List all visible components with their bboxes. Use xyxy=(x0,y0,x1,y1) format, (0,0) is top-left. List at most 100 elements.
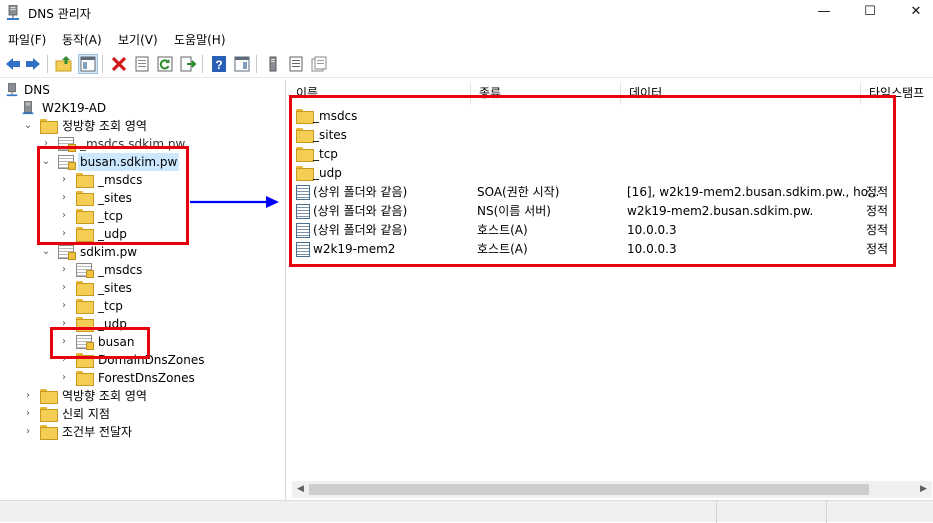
menu-help[interactable]: 도움말(H) xyxy=(174,31,226,48)
folder-icon xyxy=(76,299,94,314)
menu-file[interactable]: 파일(F) xyxy=(8,31,46,48)
back-icon[interactable] xyxy=(4,55,22,73)
close-button[interactable]: ✕ xyxy=(893,0,933,26)
collapsed-chevron-icon[interactable]: › xyxy=(58,351,70,369)
tree-node-label: _udp xyxy=(98,227,127,241)
collapsed-chevron-icon[interactable]: › xyxy=(58,279,70,297)
minimize-button[interactable]: — xyxy=(801,0,847,26)
up-folder-icon[interactable] xyxy=(55,55,73,73)
blue-arrow-icon xyxy=(190,196,279,208)
status-bar xyxy=(0,500,933,523)
dns-manager-icon xyxy=(7,5,19,20)
tree-node-label: _tcp xyxy=(98,209,123,223)
table-row[interactable]: (상위 폴더와 같음) NS(이름 서버) w2k19-mem2.busan.sdk… xyxy=(288,202,933,221)
collapsed-chevron-icon[interactable]: › xyxy=(58,369,70,387)
forward-icon[interactable] xyxy=(24,55,42,73)
column-header-type[interactable]: 종류 xyxy=(471,83,621,105)
collapsed-chevron-icon[interactable]: › xyxy=(58,261,70,279)
collapsed-chevron-icon[interactable]: › xyxy=(58,171,70,189)
collapsed-chevron-icon[interactable]: › xyxy=(58,315,70,333)
scroll-left-arrow-icon[interactable]: ◀ xyxy=(292,481,309,498)
server-icon xyxy=(22,101,34,115)
record-data: 10.0.0.3 xyxy=(627,242,677,256)
toolbar-separator xyxy=(47,55,48,73)
zone-icon[interactable] xyxy=(310,55,328,73)
record-type: NS(이름 서버) xyxy=(477,204,551,218)
folder-icon xyxy=(76,173,94,188)
table-row[interactable]: (상위 폴더와 같음) SOA(권한 시작) [16], w2k19-mem2.bu… xyxy=(288,183,933,202)
record-data: w2k19-mem2.busan.sdkim.pw. xyxy=(627,204,814,218)
collapsed-chevron-icon[interactable]: › xyxy=(58,189,70,207)
folder-icon xyxy=(76,227,94,242)
collapsed-chevron-icon[interactable]: › xyxy=(22,423,34,441)
window-title: DNS 관리자 xyxy=(28,7,91,21)
menu-action[interactable]: 동작(A) xyxy=(62,31,102,48)
tree-node-label: 조건부 전달자 xyxy=(62,425,133,439)
tree-node-label: DNS xyxy=(24,83,50,97)
column-header-data[interactable]: 데이터 xyxy=(621,83,861,105)
tree-node-label: _msdcs.sdkim.pw xyxy=(80,137,186,151)
tree-node-label: 신뢰 지점 xyxy=(62,407,110,421)
folder-icon xyxy=(76,353,94,368)
tree-node-label: _tcp xyxy=(98,299,123,313)
column-header-name[interactable]: 이름 xyxy=(288,83,471,105)
table-row[interactable]: (상위 폴더와 같음) 호스트(A) 10.0.0.3 정적 xyxy=(288,221,933,240)
folder-icon xyxy=(76,281,94,296)
collapsed-chevron-icon[interactable]: › xyxy=(22,387,34,405)
collapsed-chevron-icon[interactable]: › xyxy=(58,207,70,225)
dns-icon xyxy=(6,83,18,97)
record-name: w2k19-mem2 xyxy=(313,242,396,256)
tree-node-label: busan xyxy=(98,335,135,349)
list-icon[interactable] xyxy=(287,55,305,73)
record-name: (상위 폴더와 같음) xyxy=(313,204,408,218)
delete-icon[interactable] xyxy=(110,55,128,73)
scroll-right-arrow-icon[interactable]: ▶ xyxy=(915,481,932,498)
maximize-button[interactable]: ☐ xyxy=(847,0,893,26)
table-row[interactable]: w2k19-mem2 호스트(A) 10.0.0.3 정적 xyxy=(288,240,933,259)
show-hide-tree-icon[interactable] xyxy=(78,54,98,74)
delegation-icon xyxy=(76,263,94,278)
spacer: . xyxy=(8,102,12,113)
svg-text:?: ? xyxy=(215,58,222,72)
table-row[interactable]: _sites xyxy=(288,126,933,145)
collapsed-chevron-icon[interactable]: › xyxy=(58,297,70,315)
folder-icon xyxy=(76,209,94,224)
record-name: (상위 폴더와 같음) xyxy=(313,185,408,199)
horizontal-scrollbar[interactable]: ◀ ▶ xyxy=(292,481,932,498)
record-timestamp: 정적 xyxy=(866,242,889,256)
record-type: 호스트(A) xyxy=(477,223,528,237)
folder-icon xyxy=(76,191,94,206)
folder-icon xyxy=(40,119,58,134)
scrollbar-thumb[interactable] xyxy=(309,484,869,495)
table-row[interactable]: _tcp xyxy=(288,145,933,164)
column-header-timestamp[interactable]: 타임스탬프 xyxy=(861,83,933,105)
tree-node-label: sdkim.pw xyxy=(80,245,138,259)
menu-view[interactable]: 보기(V) xyxy=(118,31,158,48)
properties-icon[interactable] xyxy=(133,55,151,73)
collapsed-chevron-icon[interactable]: › xyxy=(58,333,70,351)
folder-icon xyxy=(296,109,314,124)
title-bar: DNS 관리자 — ☐ ✕ xyxy=(0,0,933,26)
export-list-icon[interactable] xyxy=(179,55,197,73)
table-row[interactable]: _msdcs xyxy=(288,107,933,126)
collapsed-chevron-icon[interactable]: › xyxy=(58,225,70,243)
collapsed-chevron-icon[interactable]: › xyxy=(40,135,52,153)
expanded-chevron-icon[interactable]: ⌄ xyxy=(40,153,52,171)
record-icon xyxy=(296,204,310,219)
tree-node-label: 정방향 조회 영역 xyxy=(62,119,147,133)
table-row[interactable]: _udp xyxy=(288,164,933,183)
record-name: _udp xyxy=(313,166,342,180)
tree-node-label: DomainDnsZones xyxy=(98,353,205,367)
collapsed-chevron-icon[interactable]: › xyxy=(22,405,34,423)
action-pane-icon[interactable] xyxy=(233,55,251,73)
refresh-icon[interactable] xyxy=(156,55,174,73)
toolbar-separator xyxy=(256,55,257,73)
zone-file-icon xyxy=(58,245,76,260)
help-icon[interactable]: ? xyxy=(210,55,228,73)
expanded-chevron-icon[interactable]: ⌄ xyxy=(22,117,34,135)
server-icon[interactable] xyxy=(264,55,282,73)
delegation-icon xyxy=(76,335,94,350)
expanded-chevron-icon[interactable]: ⌄ xyxy=(40,243,52,261)
record-timestamp: 정적 xyxy=(866,204,889,218)
tree-node-label: _sites xyxy=(98,281,132,295)
